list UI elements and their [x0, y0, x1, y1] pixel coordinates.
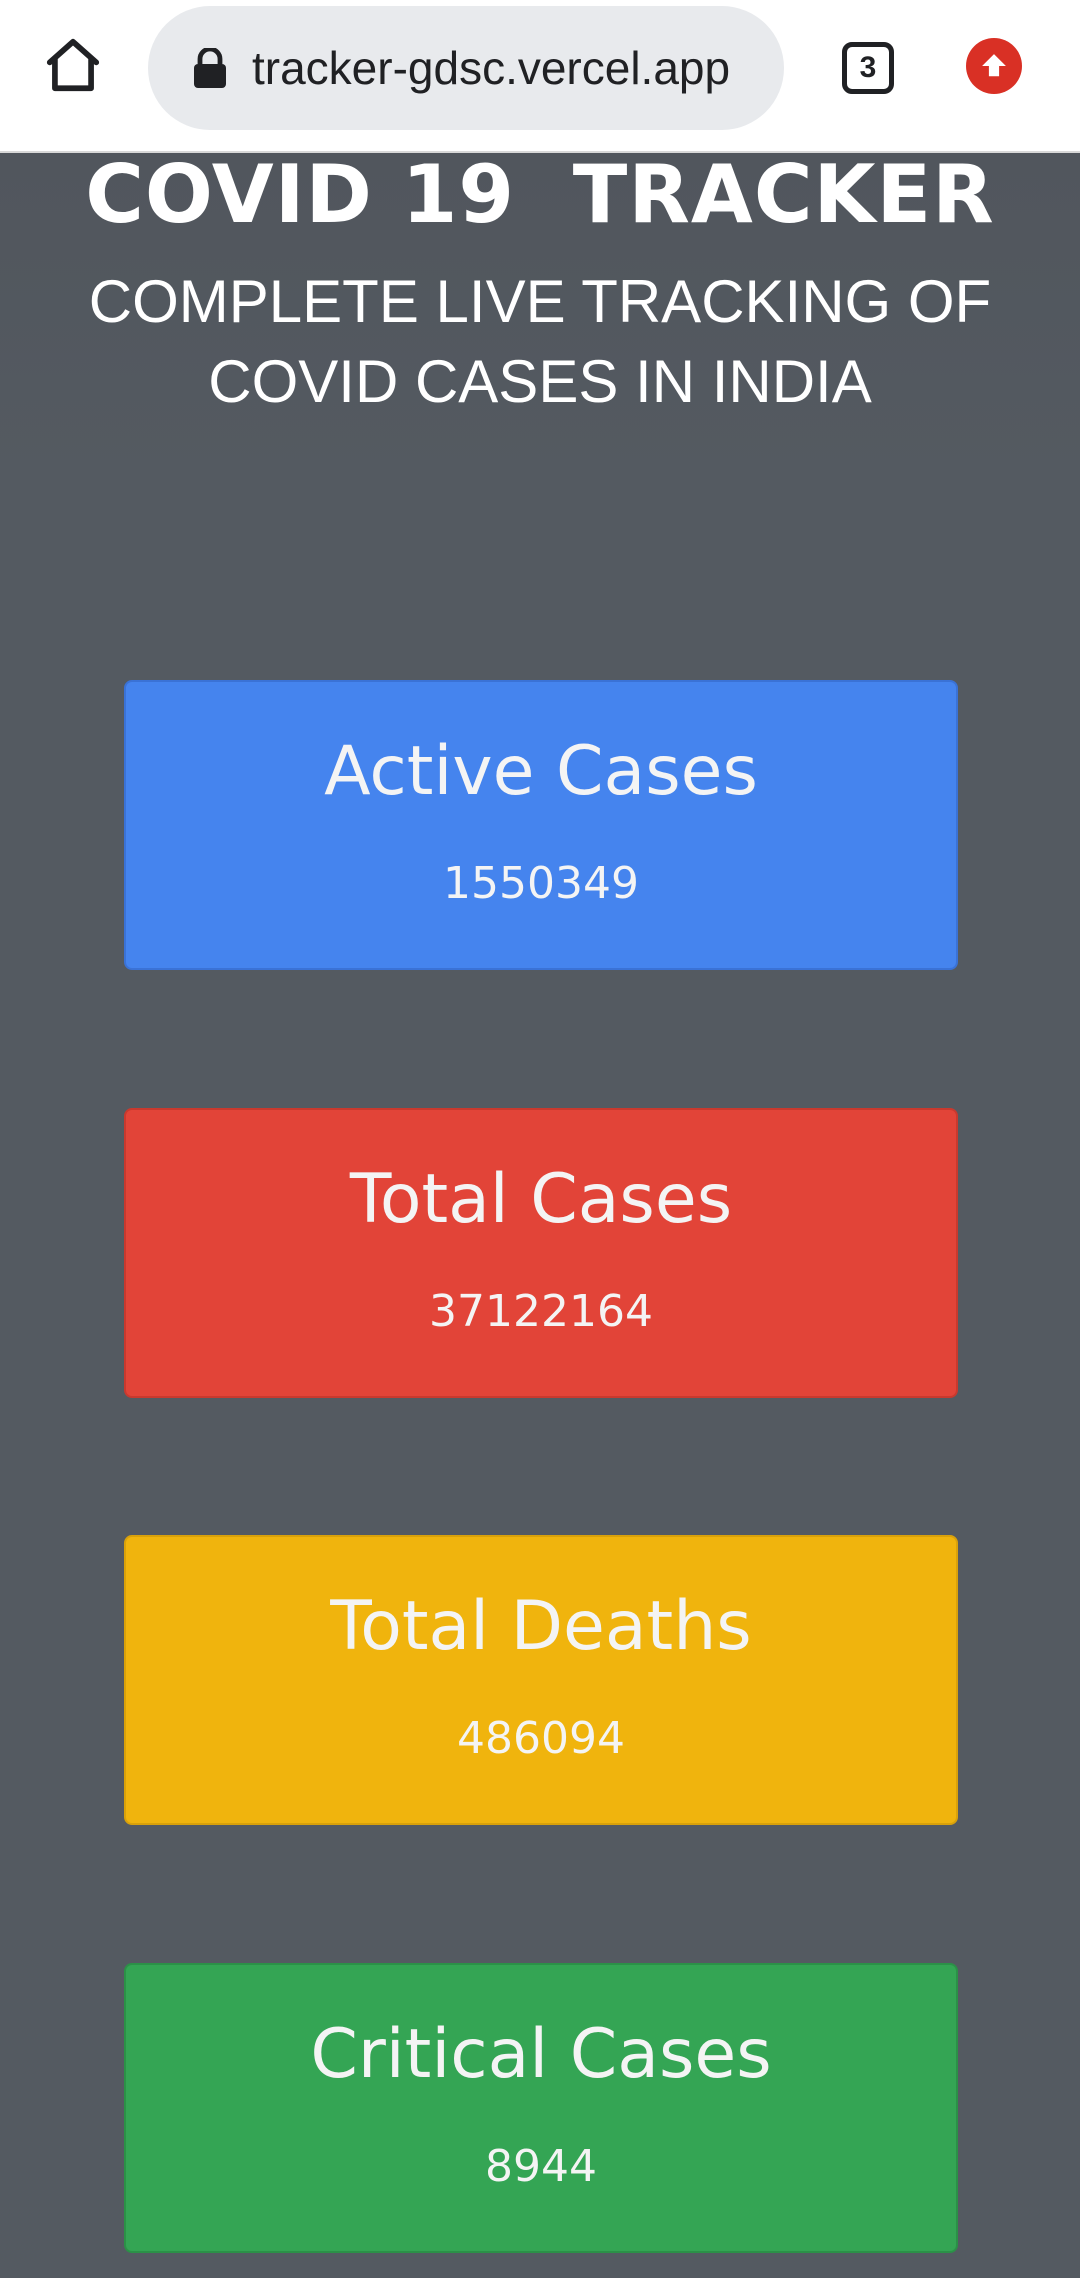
card-value: 8944	[485, 2141, 597, 2192]
card-label: Active Cases	[324, 732, 758, 811]
total-deaths-card: Total Deaths 486094	[124, 1535, 958, 1825]
home-button[interactable]	[38, 30, 108, 100]
card-label: Total Cases	[349, 1160, 733, 1239]
total-cases-card: Total Cases 37122164	[124, 1108, 958, 1398]
address-bar[interactable]: tracker-gdsc.vercel.app	[148, 6, 784, 130]
home-icon	[46, 38, 100, 92]
card-value: 1550349	[443, 858, 639, 909]
critical-cases-card: Critical Cases 8944	[124, 1963, 958, 2253]
page-subtitle: COMPLETE LIVE TRACKING OF COVID CASES IN…	[88, 268, 992, 415]
tab-count: 3	[859, 51, 877, 84]
tab-switcher-button[interactable]: 3	[842, 42, 894, 94]
update-arrow-icon	[982, 54, 1006, 77]
active-cases-card: Active Cases 1550349	[124, 680, 958, 970]
lock-icon	[194, 48, 226, 88]
card-label: Total Deaths	[330, 1587, 752, 1666]
page-title: COVID 19 TRACKER	[85, 148, 995, 241]
browser-toolbar: tracker-gdsc.vercel.app 3	[0, 0, 1080, 153]
url-text: tracker-gdsc.vercel.app	[252, 42, 731, 94]
card-value: 37122164	[429, 1286, 653, 1337]
card-value: 486094	[457, 1713, 625, 1764]
card-label: Critical Cases	[310, 2015, 772, 2094]
update-button[interactable]	[966, 38, 1022, 94]
